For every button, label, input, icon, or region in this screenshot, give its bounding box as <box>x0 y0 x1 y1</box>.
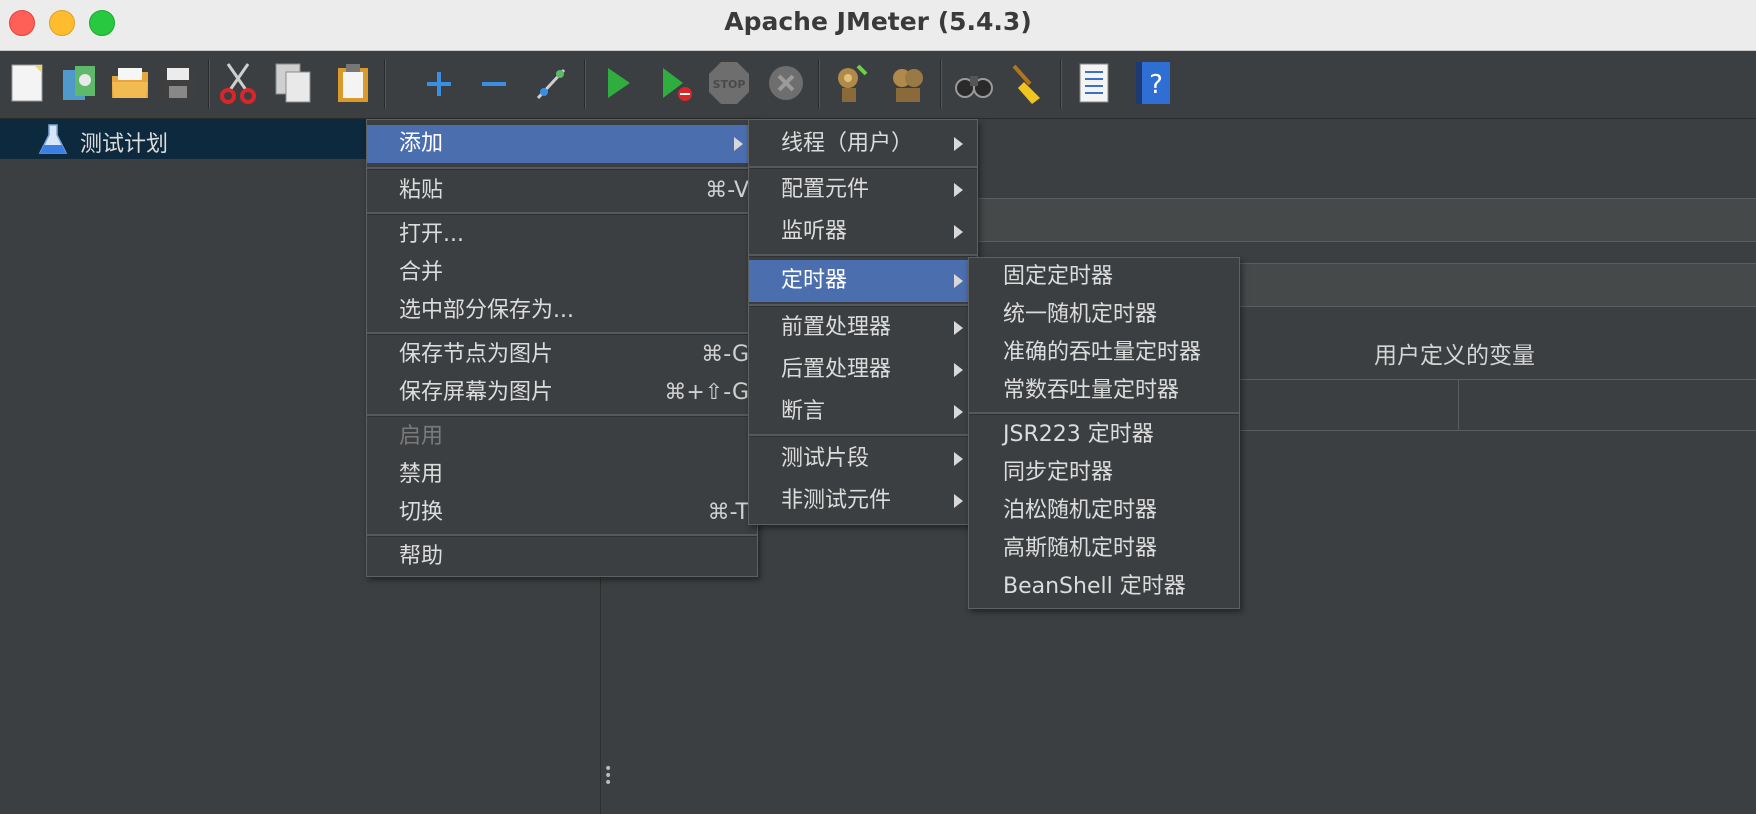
submenu-arrow-icon <box>734 137 743 151</box>
split-grip-icon[interactable]: • • • <box>604 762 612 792</box>
submenu-arrow-icon <box>954 137 963 151</box>
search-button[interactable] <box>952 60 996 106</box>
menu-item-test-fragment[interactable]: 测试片段 <box>749 440 977 478</box>
start-no-pause-icon <box>663 68 692 101</box>
menu-item-paste[interactable]: 粘贴 ⌘-V <box>367 172 757 210</box>
collapse-icon <box>482 82 506 86</box>
toggle-button[interactable] <box>530 60 574 106</box>
start-button[interactable] <box>596 60 640 106</box>
paste-icon <box>338 64 368 102</box>
menu-item-constant-timer[interactable]: 固定定时器 <box>969 258 1239 296</box>
menu-item-pre-processor[interactable]: 前置处理器 <box>749 309 977 347</box>
menu-item-timer[interactable]: 定时器 <box>749 260 977 302</box>
clear-icon <box>838 64 868 102</box>
submenu-arrow-icon <box>954 321 963 335</box>
start-icon <box>608 68 630 98</box>
window-title: Apache JMeter (5.4.3) <box>724 7 1032 36</box>
clear-all-icon <box>893 69 923 102</box>
menu-item-save-node-image[interactable]: 保存节点为图片 ⌘-G <box>367 336 757 374</box>
clear-button[interactable] <box>828 60 872 106</box>
svg-text:?: ? <box>1149 70 1163 100</box>
menu-item-beanshell-timer[interactable]: BeanShell 定时器 <box>969 568 1239 606</box>
toolbar: STOP ? <box>0 51 1756 119</box>
timer-submenu: 固定定时器 统一随机定时器 准确的吞吐量定时器 常数吞吐量定时器 JSR223 … <box>968 257 1240 609</box>
copy-button[interactable] <box>272 60 316 106</box>
submenu-arrow-icon <box>954 225 963 239</box>
submenu-arrow-icon <box>954 363 963 377</box>
submenu-arrow-icon <box>954 494 963 508</box>
copy-icon <box>275 63 311 103</box>
toggle-icon <box>536 68 566 100</box>
search-icon <box>955 76 993 98</box>
stop-button[interactable]: STOP <box>707 60 751 106</box>
menu-item-assertion[interactable]: 断言 <box>749 393 977 431</box>
svg-text:STOP: STOP <box>713 78 746 91</box>
submenu-arrow-icon <box>954 405 963 419</box>
reset-search-button[interactable] <box>1006 60 1050 106</box>
menu-item-help[interactable]: 帮助 <box>367 538 757 576</box>
menu-item-disable[interactable]: 禁用 <box>367 456 757 494</box>
menu-item-poisson-random-timer[interactable]: 泊松随机定时器 <box>969 492 1239 530</box>
menu-item-enable: 启用 <box>399 424 444 449</box>
expand-icon <box>427 72 451 96</box>
menu-item-listener[interactable]: 监听器 <box>749 213 977 251</box>
templates-button[interactable] <box>57 60 101 106</box>
function-helper-button[interactable] <box>1072 60 1116 106</box>
function-helper-icon <box>1079 63 1109 103</box>
stop-icon: STOP <box>709 62 749 104</box>
submenu-arrow-icon <box>954 183 963 197</box>
menu-item-post-processor[interactable]: 后置处理器 <box>749 351 977 389</box>
menu-item-save-screen-image[interactable]: 保存屏幕为图片 ⌘+⇧-G <box>367 374 757 412</box>
collapse-all-button[interactable] <box>472 60 516 106</box>
menu-item-merge[interactable]: 合并 <box>367 254 757 292</box>
expand-all-button[interactable] <box>417 60 461 106</box>
cut-button[interactable] <box>216 60 260 106</box>
help-button[interactable]: ? <box>1130 60 1174 106</box>
flask-icon <box>38 124 68 154</box>
menu-item-config-element[interactable]: 配置元件 <box>749 171 977 209</box>
paste-button[interactable] <box>332 60 376 106</box>
user-variables-label: 用户定义的变量 <box>1374 343 1535 369</box>
add-submenu: 线程（用户） 配置元件 监听器 定时器 前置处理器 后置处理器 断言 测试片段 … <box>748 119 978 525</box>
new-icon <box>11 64 43 102</box>
help-icon: ? <box>1136 62 1170 104</box>
reset-search-icon <box>1012 64 1040 104</box>
save-icon <box>162 66 194 100</box>
clear-all-button[interactable] <box>886 60 930 106</box>
new-button[interactable] <box>6 60 50 106</box>
shutdown-button[interactable] <box>764 60 808 106</box>
user-variables-table-header <box>1220 379 1756 431</box>
menu-item-threads[interactable]: 线程（用户） <box>749 125 977 163</box>
context-menu: 添加 粘贴 ⌘-V 打开... 合并 选中部分保存为... 保存节点为图片 ⌘-… <box>366 119 758 577</box>
menu-item-jsr223-timer[interactable]: JSR223 定时器 <box>969 416 1239 454</box>
menu-item-add[interactable]: 添加 <box>367 125 757 163</box>
menu-item-precise-throughput-timer[interactable]: 准确的吞吐量定时器 <box>969 334 1239 372</box>
tree-item-label: 测试计划 <box>80 132 169 157</box>
cut-icon <box>220 63 256 104</box>
submenu-arrow-icon <box>954 274 963 288</box>
open-icon <box>112 68 148 98</box>
menu-item-open[interactable]: 打开... <box>367 216 757 254</box>
title-bar: Apache JMeter (5.4.3) <box>0 0 1756 51</box>
submenu-arrow-icon <box>954 452 963 466</box>
menu-item-save-selection-as[interactable]: 选中部分保存为... <box>367 292 757 330</box>
menu-item-synchronizing-timer[interactable]: 同步定时器 <box>969 454 1239 492</box>
start-no-pause-button[interactable] <box>653 60 697 106</box>
open-button[interactable] <box>108 60 152 106</box>
menu-item-toggle[interactable]: 切换 ⌘-T <box>367 494 757 532</box>
menu-item-constant-throughput-timer[interactable]: 常数吞吐量定时器 <box>969 372 1239 410</box>
menu-item-non-test-elements[interactable]: 非测试元件 <box>749 482 977 520</box>
save-button[interactable] <box>156 60 200 106</box>
shutdown-icon <box>769 66 803 100</box>
menu-item-gaussian-random-timer[interactable]: 高斯随机定时器 <box>969 530 1239 568</box>
menu-item-uniform-random-timer[interactable]: 统一随机定时器 <box>969 296 1239 334</box>
templates-icon <box>63 66 95 100</box>
